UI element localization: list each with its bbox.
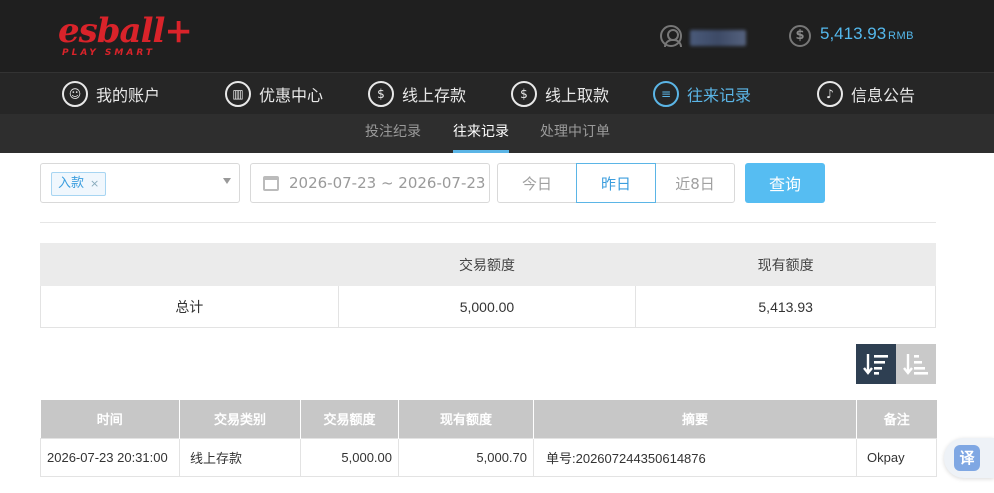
translate-button[interactable]: 译: [944, 438, 994, 478]
records-icon: ≡: [653, 81, 679, 107]
cell-time: 2026-07-23 20:31:00: [40, 437, 180, 477]
translate-icon: 译: [954, 445, 980, 471]
summary-total-balance: 5,413.93: [635, 285, 936, 328]
nav-label: 往来记录: [687, 86, 752, 105]
summary-header-blank: [40, 243, 339, 286]
top-header: esball+ PLAY SMART $ 5,413.93 RMB: [0, 0, 994, 72]
logo-tagline: PLAY SMART: [62, 48, 155, 58]
nav-online-deposit[interactable]: $ 线上存款: [368, 73, 466, 115]
summary-total-row: 总计 5,000.00 5,413.93: [40, 285, 936, 328]
nav-transaction-records[interactable]: ≡ 往来记录: [653, 73, 751, 115]
nav-label: 信息公告: [851, 86, 916, 105]
nav-label: 线上存款: [402, 86, 467, 105]
deposit-icon: $: [368, 81, 394, 107]
summary-header-balance: 现有额度: [635, 243, 936, 286]
nav-promotions[interactable]: ▥ 优惠中心: [225, 73, 323, 115]
col-remark[interactable]: 备注: [856, 400, 937, 438]
user-icon[interactable]: [660, 25, 682, 47]
col-balance[interactable]: 现有额度: [398, 400, 534, 438]
close-icon[interactable]: ×: [90, 173, 99, 195]
withdraw-icon: $: [511, 81, 537, 107]
summary-total-label: 总计: [40, 285, 339, 328]
sort-ascending-icon: [903, 354, 928, 375]
cell-amount: 5,000.00: [300, 437, 399, 477]
nav-label: 我的账户: [96, 86, 161, 105]
logo-wordmark: esball+: [58, 11, 193, 51]
tab-bet-records[interactable]: 投注纪录: [365, 114, 421, 153]
sub-nav: 投注纪录 往来记录 处理中订单: [0, 114, 994, 153]
nav-label: 优惠中心: [259, 86, 324, 105]
dollar-coin-icon: $: [789, 25, 811, 47]
esball-logo[interactable]: esball+ PLAY SMART: [58, 12, 193, 60]
tab-transaction-records[interactable]: 往来记录: [453, 114, 509, 153]
type-tag-label: 入款: [58, 176, 85, 191]
range-today-button[interactable]: 今日: [497, 163, 577, 203]
calendar-icon: [263, 175, 279, 191]
account-balance: 5,413.93: [820, 24, 887, 43]
transaction-table: 时间 交易类别 交易额度 现有额度 摘要 备注 2026-07-23 20:31…: [40, 400, 937, 477]
nav-announcements[interactable]: ♪ 信息公告: [817, 73, 915, 115]
chevron-down-icon: [223, 178, 231, 184]
type-tag: 入款 ×: [51, 172, 107, 196]
range-last-8-days-button[interactable]: 近8日: [655, 163, 735, 203]
gift-icon: ▥: [225, 81, 251, 107]
date-range-value: 2026-07-23 ~ 2026-07-23: [289, 174, 486, 192]
balance-currency: RMB: [888, 30, 914, 42]
col-time[interactable]: 时间: [40, 400, 180, 438]
summary-table: 交易额度 现有额度 总计 5,000.00 5,413.93: [40, 243, 936, 328]
cell-balance: 5,000.70: [398, 437, 534, 477]
transaction-type-select[interactable]: 入款 ×: [40, 163, 240, 203]
nav-my-account[interactable]: ☺ 我的账户: [62, 73, 160, 115]
col-summary[interactable]: 摘要: [533, 400, 857, 438]
summary-total-amount: 5,000.00: [337, 285, 637, 328]
col-amount[interactable]: 交易额度: [300, 400, 399, 438]
range-yesterday-button[interactable]: 昨日: [576, 163, 656, 203]
cell-type: 线上存款: [179, 437, 301, 477]
username-redacted: [690, 30, 746, 46]
user-circle-icon: ☺: [62, 81, 88, 107]
sort-descending-icon: [863, 354, 888, 375]
query-button[interactable]: 查询: [745, 163, 825, 203]
date-range-picker[interactable]: 2026-07-23 ~ 2026-07-23: [250, 163, 490, 203]
bell-icon: ♪: [817, 81, 843, 107]
col-type[interactable]: 交易类别: [179, 400, 301, 438]
sort-descending-button[interactable]: [856, 344, 896, 384]
cell-remark: Okpay: [856, 437, 937, 477]
divider: [40, 222, 936, 223]
main-nav: ☺ 我的账户 ▥ 优惠中心 $ 线上存款 $ 线上取款 ≡ 往来记录 ♪ 信息公…: [0, 72, 994, 114]
tab-pending-orders[interactable]: 处理中订单: [540, 114, 610, 153]
sort-ascending-button[interactable]: [896, 344, 936, 384]
nav-online-withdraw[interactable]: $ 线上取款: [511, 73, 609, 115]
summary-header-amount: 交易额度: [337, 243, 637, 286]
summary-header-row: 交易额度 现有额度: [40, 243, 936, 286]
table-row[interactable]: 2026-07-23 20:31:00 线上存款 5,000.00 5,000.…: [40, 437, 937, 477]
nav-label: 线上取款: [545, 86, 610, 105]
table-header-row: 时间 交易类别 交易额度 现有额度 摘要 备注: [40, 400, 937, 438]
cell-summary: 单号:202607244350614876: [533, 437, 857, 477]
